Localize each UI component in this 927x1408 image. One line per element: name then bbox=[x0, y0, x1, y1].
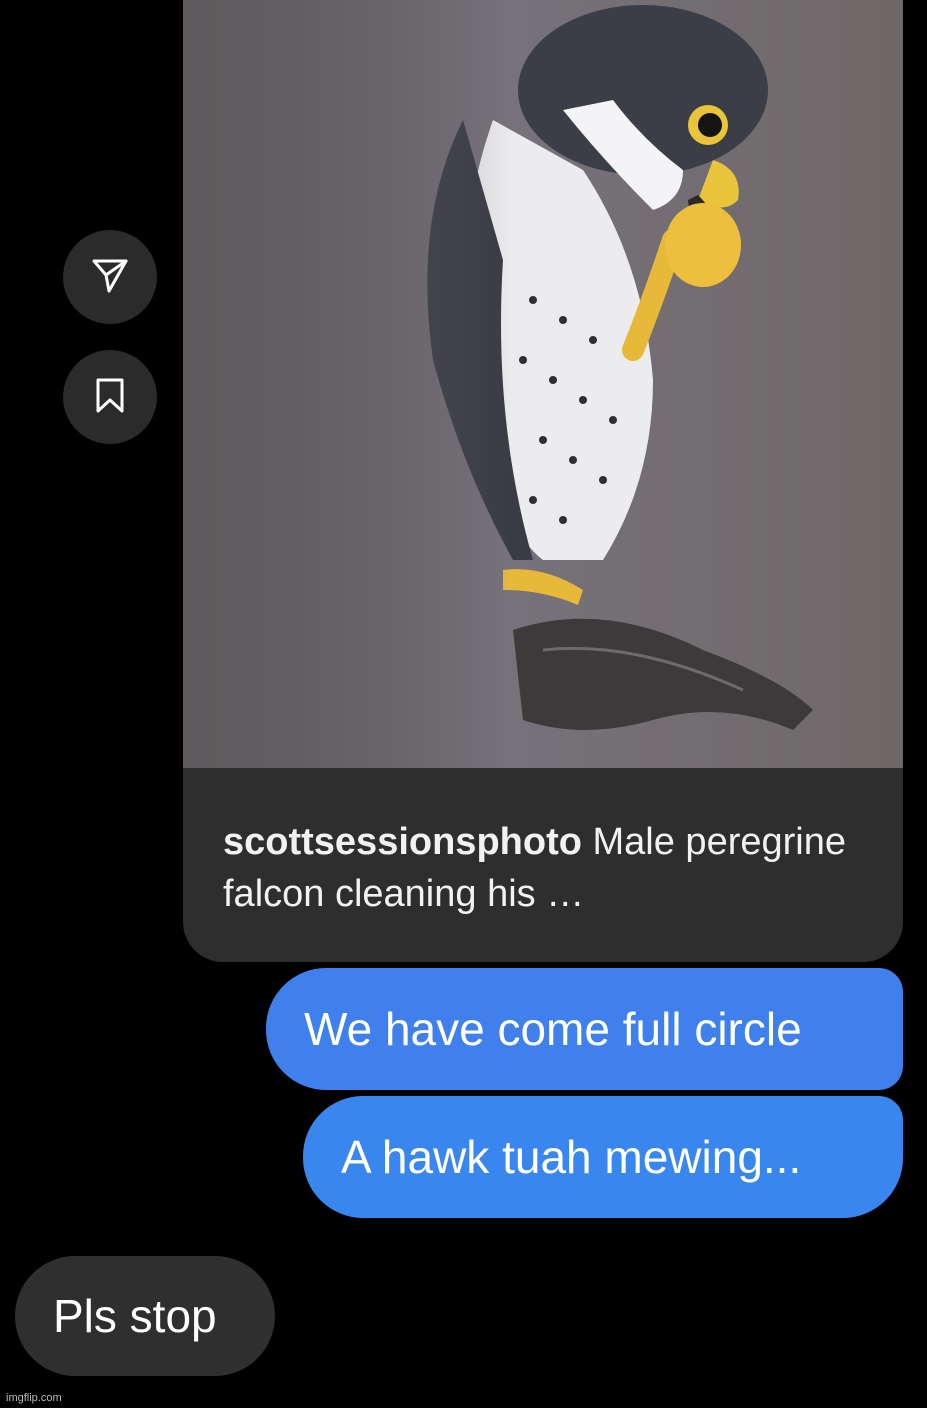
post-username[interactable]: scottsessionsphoto bbox=[223, 821, 582, 863]
imgflip-watermark: imgflip.com bbox=[6, 1392, 62, 1404]
share-button[interactable] bbox=[63, 230, 157, 324]
bookmark-icon bbox=[90, 375, 130, 420]
message-text: A hawk tuah mewing... bbox=[341, 1131, 802, 1183]
sent-message-bubble[interactable]: We have come full circle bbox=[266, 968, 903, 1090]
save-button[interactable] bbox=[63, 350, 157, 444]
received-message-bubble[interactable]: Pls stop bbox=[15, 1256, 275, 1376]
shared-post-card[interactable]: scottsessionsphoto Male peregrine falcon… bbox=[183, 0, 903, 962]
post-caption: scottsessionsphoto Male peregrine falcon… bbox=[223, 816, 873, 920]
message-text: Pls stop bbox=[53, 1290, 217, 1342]
message-text: We have come full circle bbox=[304, 1003, 802, 1055]
sent-message-bubble[interactable]: A hawk tuah mewing... bbox=[303, 1096, 903, 1218]
paper-plane-icon bbox=[90, 255, 130, 300]
post-image[interactable] bbox=[183, 0, 903, 768]
